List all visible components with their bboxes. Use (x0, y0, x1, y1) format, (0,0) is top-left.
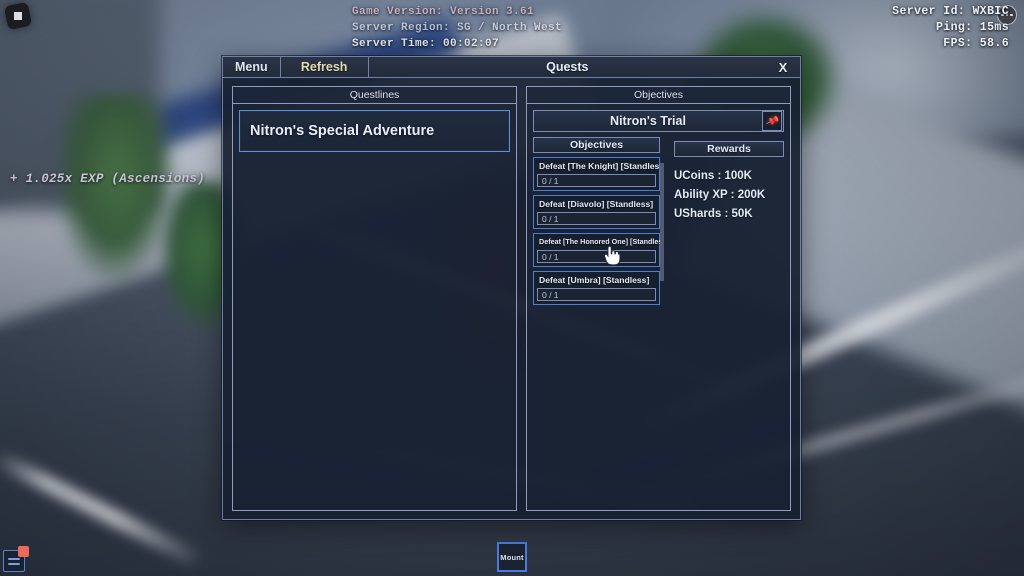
objective-progress: 0 / 1 (537, 212, 656, 225)
page-title: Quests (546, 60, 589, 74)
list-item[interactable]: Defeat [The Knight] [Standless] 0 / 1 (533, 157, 660, 191)
list-item[interactable]: Defeat [Umbra] [Standless] 0 / 1 (533, 271, 660, 305)
rewards-list: UCoins : 100K Ability XP : 200K UShards … (674, 161, 784, 224)
menu-line (8, 562, 20, 565)
reward-item: Ability XP : 200K (674, 189, 766, 201)
rewards-column: Rewards UCoins : 100K Ability XP : 200K … (666, 137, 784, 314)
objectives-rewards-columns: Objectives 0 / 1 Defeat [The Knight] [St… (533, 137, 784, 314)
pin-icon[interactable]: 📌 (762, 111, 782, 131)
more-options-icon[interactable] (997, 5, 1017, 25)
questlines-header: Questlines (233, 87, 516, 104)
objective-progress: 0 / 1 (537, 288, 656, 301)
roblox-logo-inner (14, 11, 22, 20)
objective-label: Defeat [Diavolo] [Standless] (539, 199, 654, 209)
dot (1010, 13, 1013, 17)
tab-objectives[interactable]: Objectives (533, 137, 660, 153)
exp-multiplier-text: + 1.025x EXP (Ascensions) (10, 172, 206, 186)
questlines-panel: Questlines Nitron's Special Adventure (232, 86, 517, 511)
objective-label: Defeat [The Knight] [Standless] (539, 161, 660, 171)
questlines-list: Nitron's Special Adventure (233, 104, 516, 510)
dot (1005, 13, 1009, 17)
mount-button-label: Mount (500, 552, 524, 562)
list-item[interactable]: Nitron's Special Adventure (239, 110, 510, 152)
reward-item: UCoins : 100K (674, 170, 752, 182)
list-item[interactable]: Defeat [The Honored One] [Standless] 0 /… (533, 233, 660, 267)
objectives-list: 0 / 1 Defeat [The Knight] [Standless] 0 … (533, 157, 660, 309)
questline-title: Nitron's Special Adventure (250, 123, 435, 139)
trial-title-bar: Nitron's Trial 📌 (533, 110, 784, 132)
objectives-content: Nitron's Trial 📌 Objectives Defeat [The … (527, 104, 790, 510)
reward-item: UShards : 50K (674, 208, 753, 220)
quests-window-titlebar: Menu Refresh Quests X (223, 57, 800, 78)
close-icon[interactable]: X (766, 57, 800, 77)
quests-window-body: Questlines Nitron's Special Adventure Ob… (223, 78, 800, 521)
objective-progress: 0 / 1 (537, 174, 656, 187)
rewards-subtab-row: Rewards (674, 141, 784, 157)
trial-name: Nitron's Trial (610, 114, 686, 128)
objectives-panel: Objectives Nitron's Trial 📌 Objectives D… (526, 86, 791, 511)
mount-button[interactable]: Mount (497, 542, 527, 572)
tab-rewards[interactable]: Rewards (674, 141, 784, 157)
objective-label: Defeat [Umbra] [Standless] (539, 275, 650, 285)
menu-line (8, 557, 20, 560)
list-item[interactable]: Defeat [Diavolo] [Standless] 0 / 1 (533, 195, 660, 229)
menu-button[interactable]: Menu (223, 57, 281, 77)
objective-label: Defeat [The Honored One] [Standless] (539, 237, 660, 246)
objectives-header: Objectives (527, 87, 790, 104)
quests-window: Menu Refresh Quests X Questlines Nitron'… (222, 56, 801, 520)
objective-progress: 0 / 1 (537, 250, 656, 263)
objectives-subtab-row: Objectives (533, 137, 660, 153)
notification-badge (18, 546, 29, 557)
pin-glyph: 📌 (764, 113, 780, 129)
objectives-scroll-area[interactable]: 0 / 1 Defeat [The Knight] [Standless] 0 … (533, 157, 660, 314)
objectives-scrollbar[interactable] (660, 163, 664, 281)
dot (1001, 13, 1004, 17)
roblox-logo-icon[interactable] (3, 1, 33, 31)
objectives-column: Objectives 0 / 1 Defeat [The Knight] [St… (533, 137, 664, 314)
refresh-button[interactable]: Refresh (281, 57, 369, 77)
